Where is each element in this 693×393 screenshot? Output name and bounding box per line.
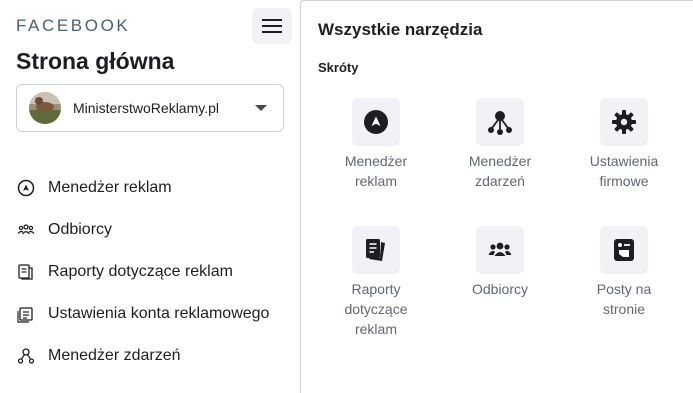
sidebar-item-ads-manager[interactable]: Menedżer reklam	[16, 167, 296, 209]
panel-title: Wszystkie narzędzia	[318, 20, 483, 39]
sidebar-item-audiences[interactable]: Odbiorcy	[16, 209, 296, 251]
sidebar-item-label: Ustawienia konta reklamowego	[48, 305, 270, 322]
ad-account-settings-icon	[16, 304, 36, 324]
tool-ads-manager[interactable]: Menedżer reklam	[321, 98, 431, 191]
ads-manager-icon	[16, 178, 36, 198]
tool-label: Menedżer zdarzeń	[468, 153, 532, 189]
sidebar-item-label: Menedżer reklam	[48, 179, 172, 196]
sidebar-nav: Menedżer reklam Odbiorcy Raporty dotyczą…	[16, 167, 296, 377]
page-posts-icon	[600, 226, 648, 274]
ad-account-name: MinisterstwoReklamy.pl	[73, 100, 219, 116]
ads-reports-icon	[16, 262, 36, 282]
tool-page-posts[interactable]: Posty na stronie	[569, 226, 679, 319]
avatar	[29, 92, 61, 124]
all-tools-panel: Wszystkie narzędzia Skróty Menedżer rekl…	[300, 0, 693, 393]
menu-button[interactable]	[252, 8, 292, 44]
ad-account-selector[interactable]: MinisterstwoReklamy.pl	[16, 84, 284, 132]
page-title: Strona główna	[16, 48, 175, 74]
tool-label: Raporty dotyczące reklam	[344, 281, 408, 337]
sidebar-item-label: Raporty dotyczące reklam	[48, 263, 233, 280]
caret-down-icon	[255, 105, 267, 111]
tool-label: Ustawienia firmowe	[589, 153, 659, 189]
sidebar-item-ad-account-settings[interactable]: Ustawienia konta reklamowego	[16, 293, 296, 335]
hamburger-icon	[262, 19, 282, 33]
gear-icon	[600, 98, 648, 146]
sidebar-item-label: Menedżer zdarzeń	[48, 347, 181, 364]
section-title-shortcuts: Skróty	[318, 60, 359, 75]
tool-label: Menedżer reklam	[344, 153, 408, 189]
ads-manager-icon	[352, 98, 400, 146]
facebook-logo[interactable]: FACEBOOK	[16, 16, 130, 36]
events-manager-icon	[16, 346, 36, 366]
sidebar-item-ads-reports[interactable]: Raporty dotyczące reklam	[16, 251, 296, 293]
events-manager-icon	[476, 98, 524, 146]
left-sidebar: FACEBOOK Strona główna MinisterstwoRekla…	[0, 0, 300, 393]
tool-ads-reports[interactable]: Raporty dotyczące reklam	[321, 226, 431, 339]
reports-icon	[352, 226, 400, 274]
tool-label: Odbiorcy	[471, 281, 529, 297]
tool-label: Posty na stronie	[596, 281, 652, 317]
audiences-icon	[16, 220, 36, 240]
audiences-icon	[476, 226, 524, 274]
sidebar-item-events-manager[interactable]: Menedżer zdarzeń	[16, 335, 296, 377]
tool-business-settings[interactable]: Ustawienia firmowe	[569, 98, 679, 191]
sidebar-item-label: Odbiorcy	[48, 221, 113, 238]
tool-events-manager[interactable]: Menedżer zdarzeń	[445, 98, 555, 191]
tool-audiences[interactable]: Odbiorcy	[445, 226, 555, 299]
